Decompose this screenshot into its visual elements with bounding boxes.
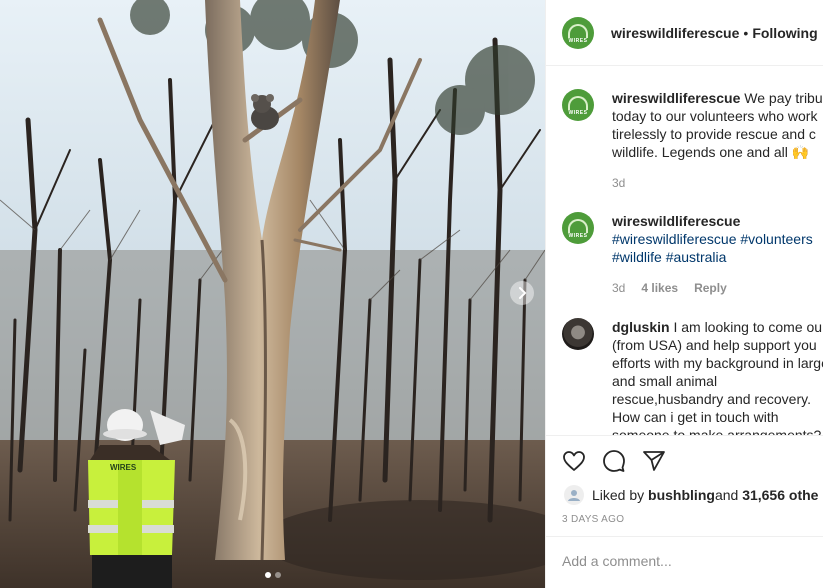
next-photo-button[interactable] (510, 281, 534, 305)
comment-age: 3d (612, 281, 626, 295)
share-icon[interactable] (642, 449, 666, 473)
liker-avatar[interactable] (564, 485, 584, 505)
post-actions: Liked by bushbling and 31,656 othe 3 DAY… (546, 435, 823, 588)
comment-username[interactable]: wireswildliferescue (612, 90, 740, 106)
comment-age: 3d (612, 176, 626, 190)
post-side-panel: WIRES wireswildliferescue • Following WI… (545, 0, 823, 588)
post-header: WIRES wireswildliferescue • Following (546, 0, 823, 66)
likes-middle: and (714, 487, 739, 503)
add-comment-bar (546, 536, 823, 588)
burnt-forest-koala-photo: WIRES (0, 0, 545, 588)
header-username[interactable]: wireswildliferescue (611, 25, 739, 41)
comment-hashtags-text[interactable]: #wireswildliferescue #volunteers #wildli… (612, 231, 813, 265)
likes-count[interactable]: 31,656 othe (742, 487, 818, 503)
avatar[interactable]: WIRES (562, 16, 594, 49)
comment-likes[interactable]: 4 likes (641, 279, 678, 297)
avatar[interactable]: WIRES (562, 89, 594, 121)
avatar-logo-text: WIRES (568, 233, 588, 239)
comment-username[interactable]: dgluskin (612, 319, 670, 335)
reply-button[interactable]: Reply (694, 279, 727, 297)
add-comment-input[interactable] (562, 553, 812, 569)
avatar[interactable] (562, 318, 594, 350)
user-icon (568, 490, 580, 501)
post-photo: WIRES (0, 0, 545, 588)
avatar-logo-text: WIRES (568, 110, 588, 116)
post-timestamp[interactable]: 3 DAYS AGO (562, 514, 624, 525)
avatar-logo-text: WIRES (568, 37, 588, 44)
comments-list[interactable]: WIRES wireswildliferescue We pay tribu t… (546, 67, 823, 435)
liker-username[interactable]: bushbling (648, 487, 715, 503)
heart-icon[interactable] (562, 449, 586, 473)
following-button[interactable]: Following (752, 25, 817, 41)
comment-text: I am looking to come ou (from USA) and h… (612, 319, 823, 435)
carousel-dot (274, 572, 281, 578)
likes-summary: Liked by bushbling and 31,656 othe (564, 485, 818, 505)
likes-prefix: Liked by (592, 487, 645, 503)
comment-icon[interactable] (602, 449, 626, 473)
comment-username[interactable]: wireswildliferescue (612, 213, 740, 229)
carousel-dots (0, 572, 545, 578)
carousel-dot (264, 572, 271, 578)
action-icons (562, 449, 666, 473)
header-separator: • (743, 24, 749, 41)
avatar[interactable]: WIRES (562, 212, 594, 244)
svg-text:WIRES: WIRES (110, 463, 137, 472)
chevron-right-icon (519, 287, 527, 299)
